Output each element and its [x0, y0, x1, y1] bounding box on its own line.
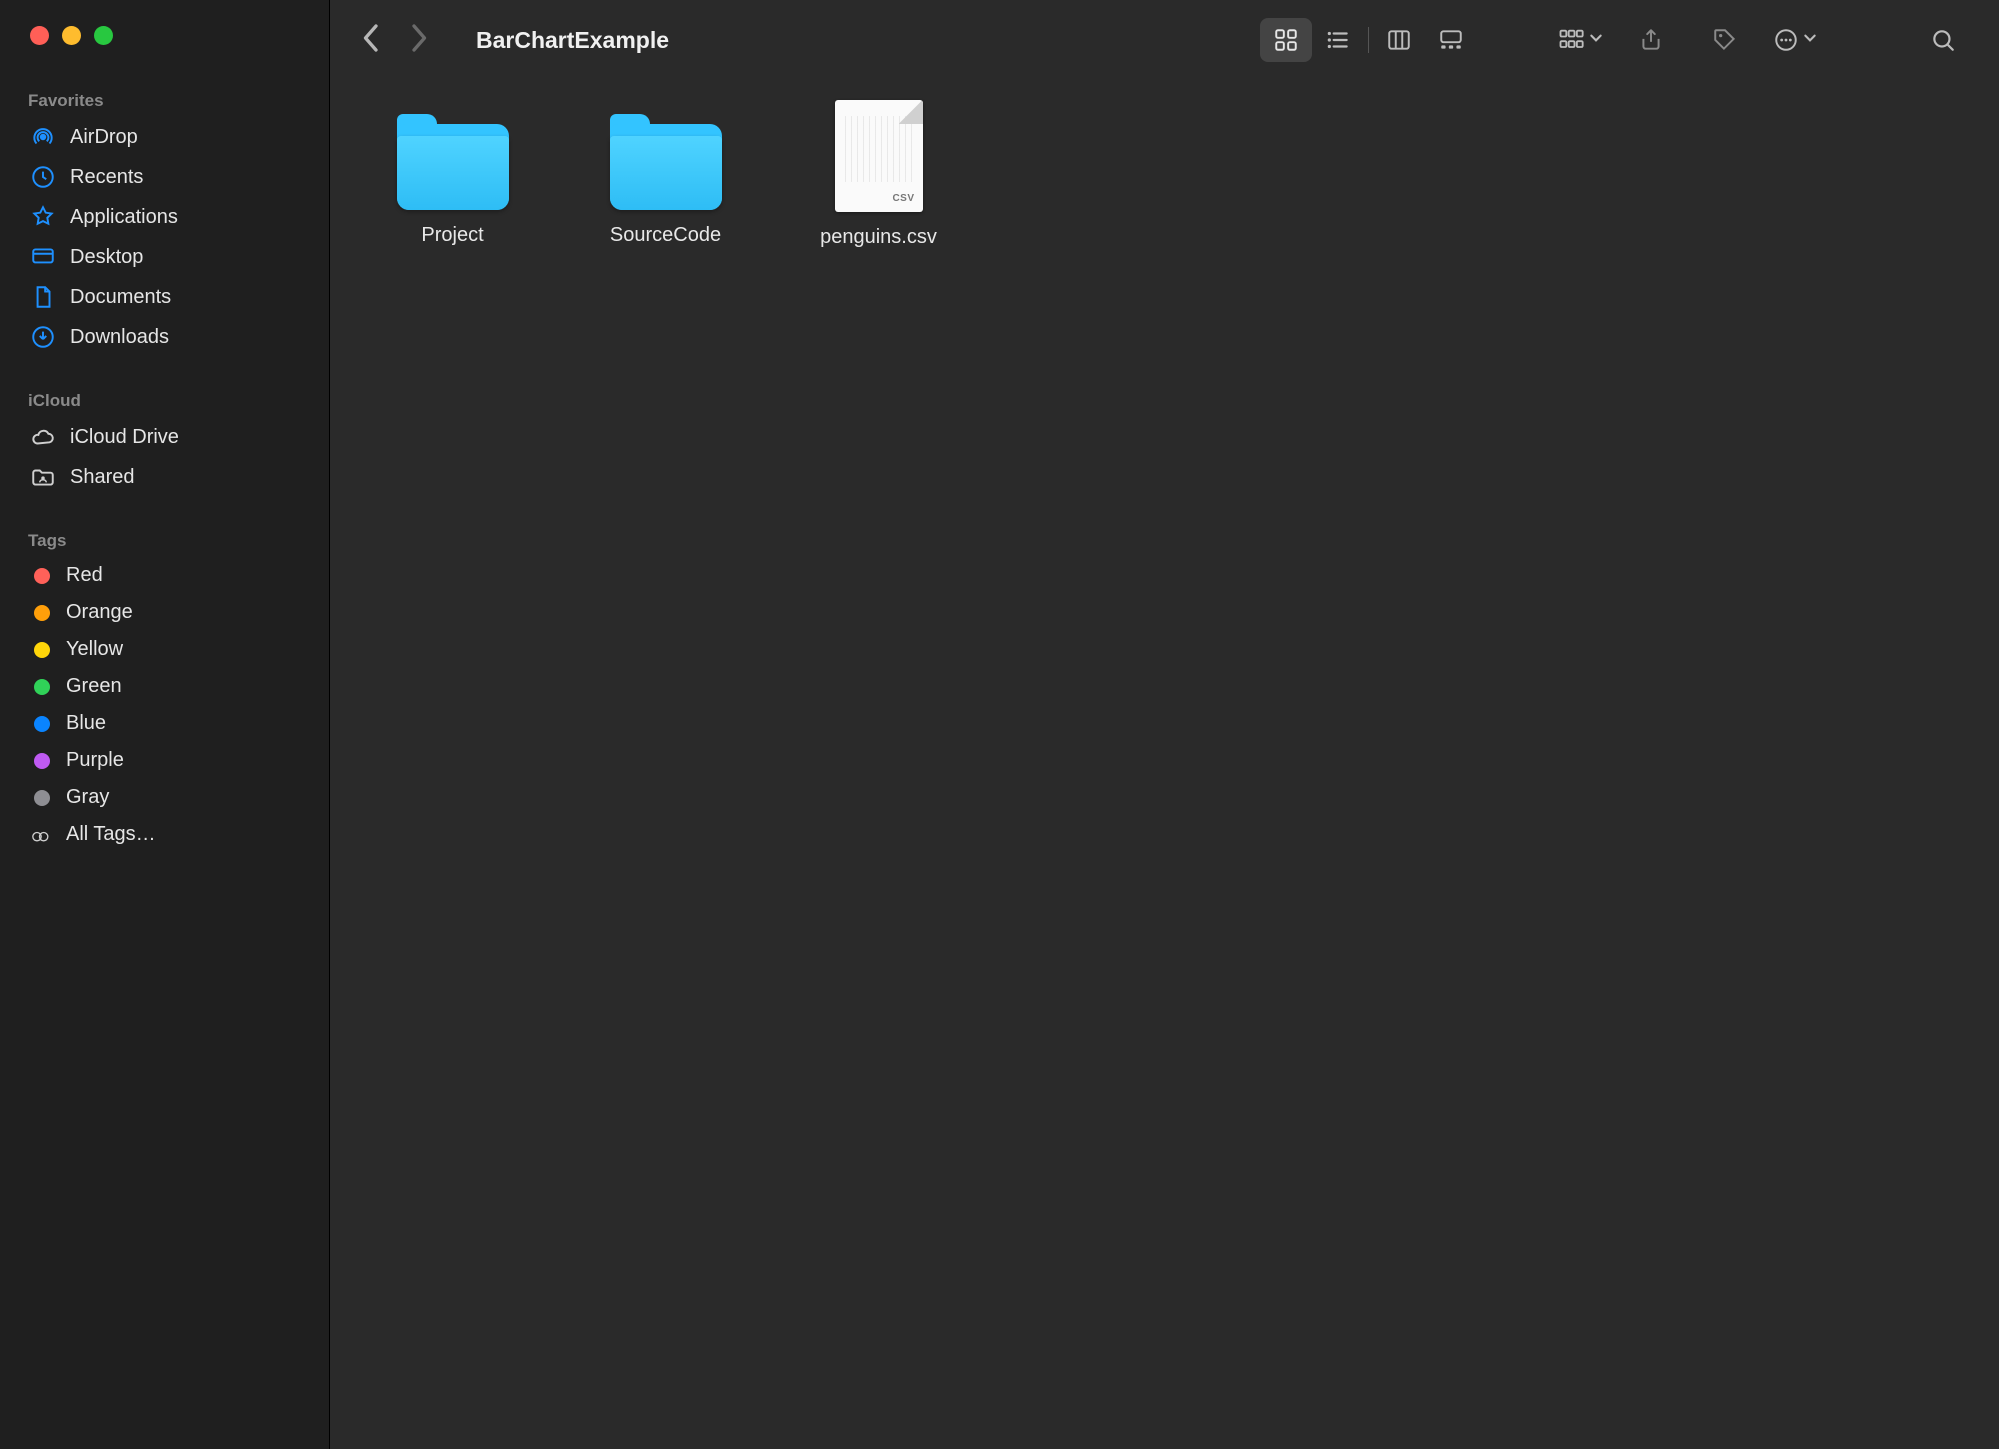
- sidebar-item-label: Gray: [66, 786, 109, 809]
- tag-dot-icon: [34, 790, 50, 806]
- toolbar: BarChartExample: [330, 0, 1999, 80]
- sidebar-item-label: Desktop: [70, 246, 143, 269]
- back-button[interactable]: [360, 23, 380, 58]
- action-menu-button[interactable]: [1773, 27, 1817, 53]
- sidebar-item-label: Yellow: [66, 638, 123, 661]
- sidebar-section-favorites: Favorites AirDrop Recents Applications D…: [0, 85, 329, 357]
- item-label: penguins.csv: [820, 226, 937, 249]
- share-button[interactable]: [1625, 18, 1677, 62]
- tag-button[interactable]: [1699, 18, 1751, 62]
- sidebar-item-label: Recents: [70, 166, 143, 189]
- tag-dot-icon: [34, 605, 50, 621]
- applications-icon: [30, 204, 56, 230]
- item-label: Project: [421, 224, 483, 247]
- group-by-button[interactable]: [1557, 26, 1603, 54]
- sidebar-item-shared[interactable]: Shared: [0, 457, 329, 497]
- shared-folder-icon: [30, 464, 56, 490]
- sidebar-tag-red[interactable]: Red: [0, 557, 329, 594]
- cloud-icon: [30, 424, 56, 450]
- section-header-icloud: iCloud: [0, 385, 329, 417]
- all-tags-icon: [32, 827, 52, 843]
- sidebar-item-label: Documents: [70, 286, 171, 309]
- folder-item[interactable]: SourceCode: [583, 100, 748, 247]
- sidebar-item-label: AirDrop: [70, 126, 138, 149]
- file-item[interactable]: CSV penguins.csv: [796, 100, 961, 249]
- close-window-button[interactable]: [30, 26, 49, 45]
- sidebar-item-label: Blue: [66, 712, 106, 735]
- nav-arrows: [360, 23, 430, 58]
- airdrop-icon: [30, 124, 56, 150]
- sidebar-item-desktop[interactable]: Desktop: [0, 237, 329, 277]
- sidebar-item-label: Applications: [70, 206, 178, 229]
- search-button[interactable]: [1917, 18, 1969, 62]
- sidebar-item-downloads[interactable]: Downloads: [0, 317, 329, 357]
- sidebar-tag-blue[interactable]: Blue: [0, 705, 329, 742]
- view-gallery-button[interactable]: [1425, 18, 1477, 62]
- view-columns-button[interactable]: [1373, 18, 1425, 62]
- download-icon: [30, 324, 56, 350]
- sidebar-tag-green[interactable]: Green: [0, 668, 329, 705]
- view-icons-button[interactable]: [1260, 18, 1312, 62]
- sidebar-tag-yellow[interactable]: Yellow: [0, 631, 329, 668]
- sidebar-item-label: iCloud Drive: [70, 426, 179, 449]
- sidebar-tag-gray[interactable]: Gray: [0, 779, 329, 816]
- sidebar-item-label: Shared: [70, 466, 135, 489]
- tag-dot-icon: [34, 568, 50, 584]
- section-header-tags: Tags: [0, 525, 329, 557]
- folder-icon: [397, 124, 509, 210]
- tag-dot-icon: [34, 716, 50, 732]
- sidebar-item-recents[interactable]: Recents: [0, 157, 329, 197]
- sidebar-item-label: All Tags…: [66, 823, 156, 846]
- clock-icon: [30, 164, 56, 190]
- sidebar-item-label: Downloads: [70, 326, 169, 349]
- sidebar-section-tags: Tags Red Orange Yellow Green Blue Purple…: [0, 525, 329, 853]
- view-switcher: [1260, 18, 1477, 62]
- window-title: BarChartExample: [476, 27, 669, 54]
- toolbar-separator: [1368, 27, 1369, 53]
- sidebar-tag-orange[interactable]: Orange: [0, 594, 329, 631]
- view-list-button[interactable]: [1312, 18, 1364, 62]
- sidebar-item-airdrop[interactable]: AirDrop: [0, 117, 329, 157]
- file-grid[interactable]: Project SourceCode CSV penguins.csv: [330, 80, 1999, 1449]
- folder-item[interactable]: Project: [370, 100, 535, 247]
- sidebar-item-label: Red: [66, 564, 103, 587]
- sidebar-item-label: Orange: [66, 601, 133, 624]
- item-label: SourceCode: [610, 224, 721, 247]
- tag-dot-icon: [34, 642, 50, 658]
- sidebar-item-applications[interactable]: Applications: [0, 197, 329, 237]
- sidebar-section-icloud: iCloud iCloud Drive Shared: [0, 385, 329, 497]
- sidebar-item-label: Green: [66, 675, 122, 698]
- main-area: BarChartExample: [330, 0, 1999, 1449]
- csv-file-icon: CSV: [835, 100, 923, 212]
- toolbar-actions: [1557, 18, 1969, 62]
- document-icon: [30, 284, 56, 310]
- minimize-window-button[interactable]: [62, 26, 81, 45]
- sidebar-tag-purple[interactable]: Purple: [0, 742, 329, 779]
- desktop-icon: [30, 244, 56, 270]
- sidebar: Favorites AirDrop Recents Applications D…: [0, 0, 330, 1449]
- chevron-down-icon: [1803, 31, 1817, 50]
- window-controls: [0, 26, 329, 45]
- folder-icon: [610, 124, 722, 210]
- sidebar-all-tags[interactable]: All Tags…: [0, 816, 329, 853]
- sidebar-item-documents[interactable]: Documents: [0, 277, 329, 317]
- section-header-favorites: Favorites: [0, 85, 329, 117]
- tag-dot-icon: [34, 753, 50, 769]
- file-badge: CSV: [892, 193, 914, 204]
- forward-button[interactable]: [410, 23, 430, 58]
- sidebar-item-icloud-drive[interactable]: iCloud Drive: [0, 417, 329, 457]
- chevron-down-icon: [1589, 31, 1603, 50]
- sidebar-item-label: Purple: [66, 749, 124, 772]
- tag-dot-icon: [34, 679, 50, 695]
- fullscreen-window-button[interactable]: [94, 26, 113, 45]
